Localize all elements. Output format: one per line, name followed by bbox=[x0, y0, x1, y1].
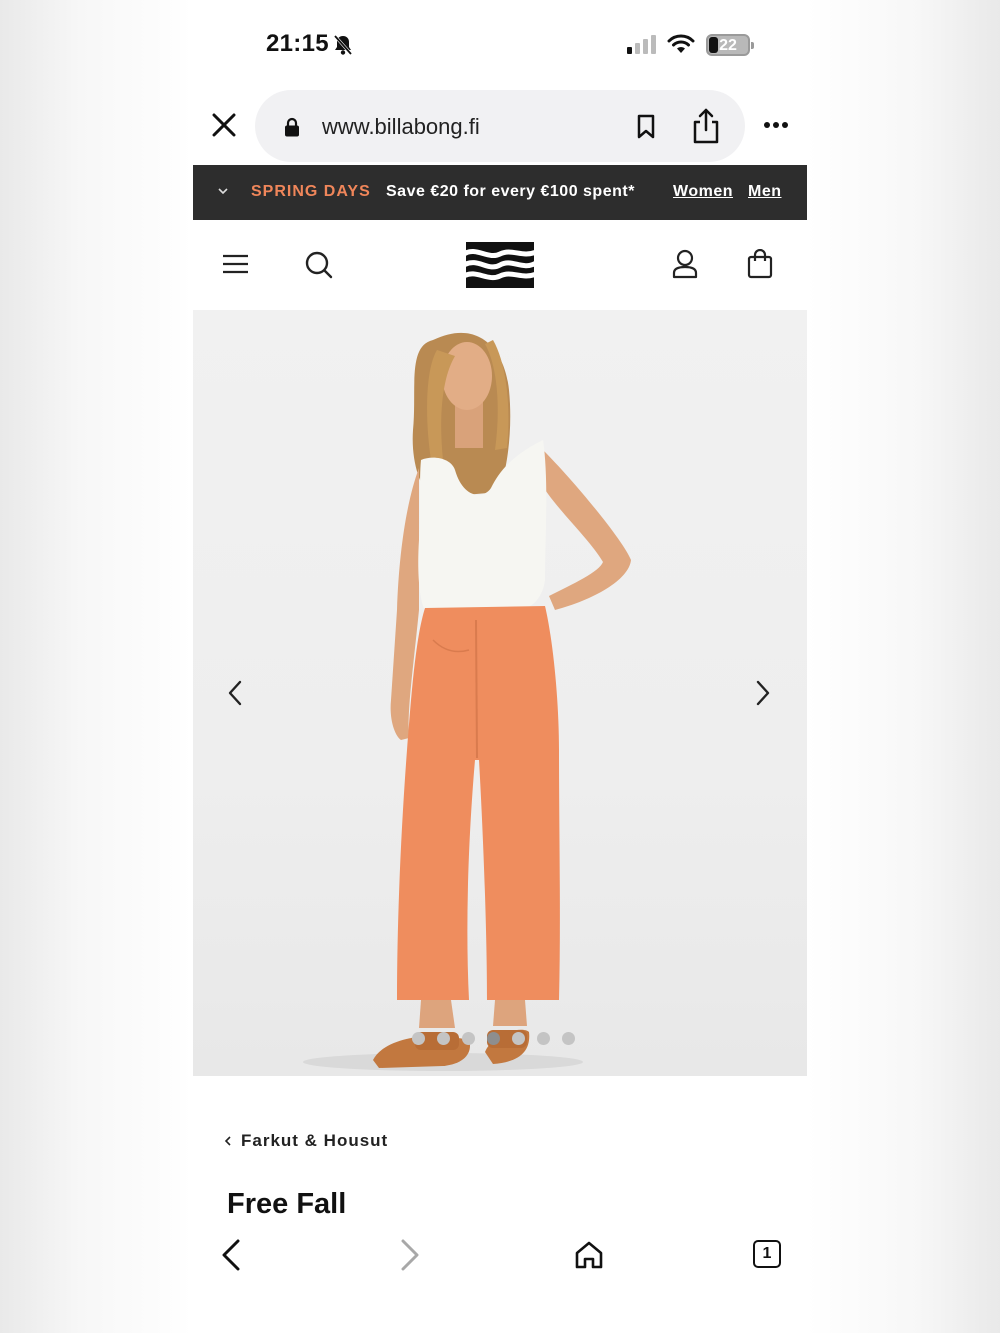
back-icon[interactable] bbox=[219, 1238, 243, 1272]
forward-icon[interactable] bbox=[398, 1238, 422, 1272]
battery-percent: 22 bbox=[719, 37, 737, 54]
status-bar: 21:15 22 bbox=[193, 0, 807, 88]
account-icon[interactable] bbox=[672, 249, 698, 279]
more-icon[interactable] bbox=[763, 121, 789, 129]
product-title: Free Fall bbox=[227, 1188, 347, 1220]
product-photo bbox=[303, 332, 631, 1071]
menu-icon[interactable] bbox=[223, 254, 248, 274]
address-bar[interactable]: www.billabong.fi bbox=[255, 90, 745, 162]
product-image-gallery[interactable] bbox=[193, 310, 807, 1076]
status-time: 21:15 bbox=[266, 30, 329, 57]
battery-icon: 22 bbox=[706, 34, 754, 56]
gallery-dot[interactable] bbox=[562, 1032, 575, 1045]
gallery-dot[interactable] bbox=[537, 1032, 550, 1045]
gallery-dot[interactable] bbox=[462, 1032, 475, 1045]
browser-toolbar: 1 bbox=[193, 1220, 807, 1333]
home-icon[interactable] bbox=[574, 1240, 604, 1270]
chevron-down-icon[interactable] bbox=[217, 187, 229, 195]
gallery-dot[interactable] bbox=[412, 1032, 425, 1045]
chevron-left-icon bbox=[224, 1136, 231, 1146]
next-image-icon[interactable] bbox=[755, 680, 771, 706]
gallery-dot[interactable] bbox=[512, 1032, 525, 1045]
promo-message: Save €20 for every €100 spent* bbox=[386, 183, 635, 200]
gallery-dot-active[interactable] bbox=[487, 1032, 500, 1045]
share-icon[interactable] bbox=[692, 108, 720, 144]
browser-bar: www.billabong.fi bbox=[193, 88, 807, 164]
wifi-icon bbox=[667, 34, 695, 53]
promo-link-men[interactable]: Men bbox=[748, 183, 782, 201]
url-text[interactable]: www.billabong.fi bbox=[322, 114, 480, 140]
promo-link-women[interactable]: Women bbox=[673, 183, 733, 201]
phone-screen: 21:15 22 www.billabong.fi SPRING DAYS Sa… bbox=[193, 0, 807, 1333]
shopping-bag-icon[interactable] bbox=[747, 249, 773, 279]
promo-banner[interactable]: SPRING DAYS Save €20 for every €100 spen… bbox=[193, 165, 807, 220]
gallery-pagination bbox=[412, 1032, 575, 1045]
close-icon[interactable] bbox=[211, 112, 237, 138]
silent-bell-icon bbox=[333, 35, 353, 55]
gallery-dot[interactable] bbox=[437, 1032, 450, 1045]
site-header bbox=[193, 220, 807, 310]
breadcrumb-label[interactable]: Farkut & Housut bbox=[241, 1131, 388, 1151]
cellular-signal-icon bbox=[627, 35, 656, 54]
tabs-icon[interactable]: 1 bbox=[753, 1240, 781, 1268]
bookmark-icon[interactable] bbox=[636, 114, 656, 140]
search-icon[interactable] bbox=[304, 250, 334, 280]
lock-icon bbox=[285, 117, 299, 137]
previous-image-icon[interactable] bbox=[227, 680, 243, 706]
breadcrumb[interactable]: Farkut & Housut bbox=[224, 1131, 388, 1151]
promo-tag: SPRING DAYS bbox=[251, 183, 371, 200]
billabong-logo[interactable] bbox=[466, 242, 534, 288]
